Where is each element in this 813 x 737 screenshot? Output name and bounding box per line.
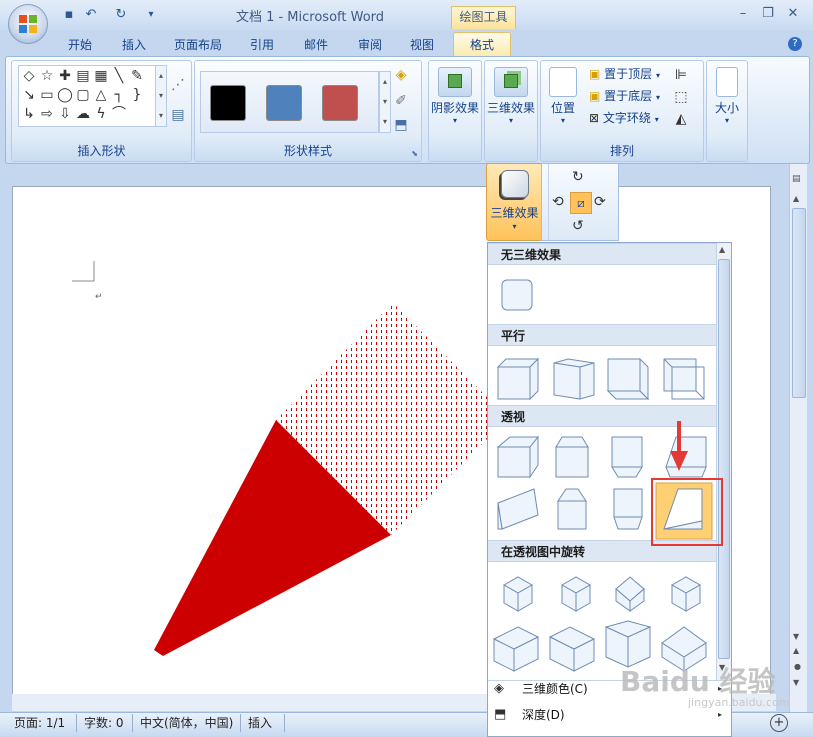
tilt-left-icon[interactable]: ⟲	[552, 194, 564, 210]
paint-bucket-icon: ◈	[494, 681, 504, 696]
tilt-down-icon[interactable]: ↺	[572, 218, 584, 234]
3d-rotation-panel: ↻ ⟲ ⧄ ⟳ ↺	[541, 163, 619, 241]
3d-toggle-icon[interactable]: ⧄	[570, 192, 592, 214]
watermark-url: jingyan.baidu.com	[688, 696, 790, 709]
perspective-options-row2[interactable]	[497, 488, 643, 530]
annotation-arrow-icon	[670, 421, 688, 471]
menu-depth-label: 深度(D)	[522, 708, 565, 722]
menu-3d-color-label: 三维颜色(C)	[522, 682, 588, 696]
tilt-up-icon[interactable]: ↻	[572, 169, 584, 185]
rotation-perspective-options-row1[interactable]	[502, 576, 702, 612]
parallel-options[interactable]	[496, 357, 705, 401]
scroll-up-icon[interactable]: ▲	[719, 245, 725, 254]
3d-bevel-icon	[501, 170, 529, 198]
dropdown-arrow-icon: ▾	[512, 222, 517, 231]
office-button[interactable]	[9, 5, 47, 43]
section-parallel: 平行	[488, 324, 716, 346]
3d-effects-label: 三维效果	[490, 206, 539, 220]
office-logo-icon	[19, 15, 37, 33]
annotation-highlight-box	[651, 478, 723, 546]
gallery-scroll-thumb[interactable]	[718, 259, 730, 659]
no-3d-option[interactable]	[501, 279, 533, 311]
tilt-right-icon[interactable]: ⟳	[594, 194, 606, 210]
section-no-3d: 无三维效果	[488, 243, 716, 265]
3d-effects-dropdown-button[interactable]: 三维效果 ▾	[486, 163, 543, 241]
gallery-scrollbar[interactable]: ▲ ▼	[716, 243, 731, 680]
depth-icon: ⬒	[494, 707, 507, 722]
watermark: Baidu 经验	[620, 665, 776, 698]
